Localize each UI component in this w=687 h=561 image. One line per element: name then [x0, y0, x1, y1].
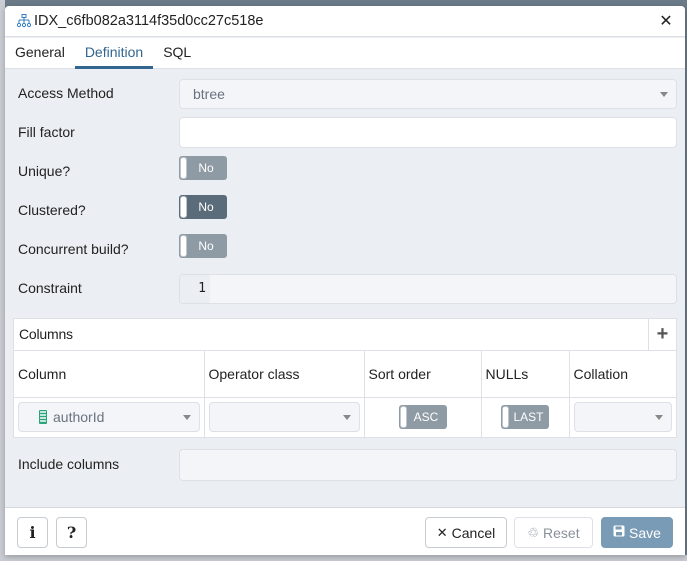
access-method-label: Access Method — [18, 85, 114, 101]
tab-general[interactable]: General — [5, 38, 75, 69]
info-icon: i — [29, 523, 36, 542]
clustered-toggle-value: No — [198, 200, 214, 214]
info-button[interactable]: i — [17, 517, 48, 548]
dialog-footer: i ? ✕ Cancel ♲ Reset Save — [5, 507, 685, 555]
index-tree-icon — [16, 13, 32, 29]
help-icon: ? — [66, 523, 77, 542]
toggle-knob — [502, 406, 509, 429]
clustered-toggle[interactable]: No — [179, 195, 227, 219]
column-select[interactable]: authorId — [18, 402, 200, 433]
reset-label: Reset — [543, 524, 580, 541]
access-method-value: btree — [193, 86, 225, 102]
chevron-down-icon — [342, 415, 351, 421]
unique-toggle-value: No — [198, 161, 214, 175]
chevron-down-icon — [182, 415, 191, 421]
tab-sql[interactable]: SQL — [153, 38, 201, 69]
save-icon — [613, 525, 625, 540]
column-header-column: Column — [14, 351, 205, 398]
reset-button[interactable]: ♲ Reset — [514, 517, 593, 548]
plus-icon[interactable]: + — [648, 319, 676, 350]
definition-panel: Access Method btree Fill factor Unique? … — [5, 70, 685, 507]
concurrent-build-toggle[interactable]: No — [179, 234, 227, 258]
toggle-knob — [180, 157, 187, 179]
dialog-title-bar[interactable]: IDX_c6fb082a3114f35d0cc27c518e ✕ — [5, 6, 685, 37]
columns-panel: Columns + Column Operator class Sort ord… — [13, 318, 677, 438]
close-icon: ✕ — [436, 524, 448, 540]
columns-table: Column Operator class Sort order NULLs C… — [14, 351, 676, 437]
concurrent-build-toggle-value: No — [198, 239, 214, 253]
index-dialog: IDX_c6fb082a3114f35d0cc27c518e ✕ General… — [5, 6, 685, 555]
constraint-label: Constraint — [18, 280, 82, 296]
toggle-knob — [399, 406, 407, 429]
column-header-sort-order: Sort order — [364, 351, 482, 398]
line-number: 1 — [180, 275, 210, 303]
columns-header: Columns + — [14, 319, 676, 351]
toggle-knob — [180, 196, 187, 218]
dialog-title: IDX_c6fb082a3114f35d0cc27c518e — [34, 13, 264, 29]
nulls-toggle[interactable]: LAST — [501, 405, 549, 430]
column-icon — [39, 410, 47, 425]
chevron-down-icon — [660, 92, 668, 97]
sort-order-value: ASC — [413, 410, 439, 425]
cancel-button[interactable]: ✕ Cancel — [425, 517, 507, 548]
cancel-label: Cancel — [451, 524, 496, 541]
columns-title: Columns — [19, 326, 73, 342]
constraint-editor[interactable]: 1 — [179, 274, 677, 304]
column-header-collation: Collation — [569, 351, 676, 398]
include-columns-select[interactable] — [179, 449, 677, 481]
close-icon[interactable]: ✕ — [657, 12, 675, 30]
nulls-value: LAST — [513, 410, 544, 425]
fill-factor-input[interactable] — [179, 117, 677, 148]
access-method-select: btree — [179, 79, 677, 109]
backdrop-bottom — [0, 555, 687, 561]
unique-toggle[interactable]: No — [179, 156, 227, 180]
unique-label: Unique? — [18, 163, 71, 179]
include-columns-label: Include columns — [18, 456, 120, 472]
table-row: authorId ASC LAST — [14, 397, 676, 437]
toggle-knob — [180, 235, 187, 257]
clustered-label: Clustered? — [18, 202, 86, 218]
help-button[interactable]: ? — [56, 517, 87, 548]
sort-order-toggle[interactable]: ASC — [398, 405, 447, 430]
recycle-icon: ♲ — [527, 524, 540, 540]
tab-definition[interactable]: Definition — [74, 38, 154, 69]
column-header-operator-class: Operator class — [204, 351, 365, 398]
operator-class-select[interactable] — [208, 402, 360, 433]
save-label: Save — [629, 524, 661, 541]
tab-bar: General Definition SQL — [5, 38, 685, 69]
save-button[interactable]: Save — [601, 517, 673, 548]
column-header-nulls: NULLs — [481, 351, 570, 398]
column-value: authorId — [53, 409, 105, 426]
concurrent-build-label: Concurrent build? — [18, 241, 129, 257]
fill-factor-label: Fill factor — [18, 124, 75, 140]
chevron-down-icon — [655, 415, 663, 421]
collation-select[interactable] — [573, 402, 672, 433]
